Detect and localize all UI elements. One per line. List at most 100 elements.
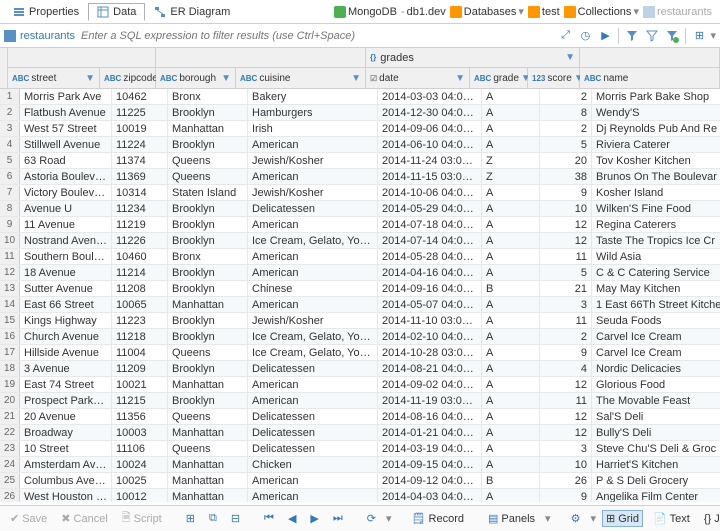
cell-grade[interactable]: A <box>482 345 540 360</box>
cell-cuisine[interactable]: American <box>248 393 378 408</box>
cell-grade[interactable]: A <box>482 185 540 200</box>
cell-street[interactable]: West Houston Street <box>20 489 112 502</box>
cell-street[interactable]: Stillwell Avenue <box>20 137 112 152</box>
cell-cuisine[interactable]: Irish <box>248 121 378 136</box>
cell-name[interactable]: Morris Park Bake Shop <box>592 89 720 104</box>
columns-icon[interactable]: ⊞ <box>690 27 708 45</box>
cell-grade[interactable]: A <box>482 249 540 264</box>
cell-zipcode[interactable]: 11374 <box>112 153 168 168</box>
cell-zipcode[interactable]: 11218 <box>112 329 168 344</box>
table-row[interactable]: 2Flatbush Avenue11225BrooklynHamburgers2… <box>0 105 720 121</box>
grid-body[interactable]: 1Morris Park Ave10462BronxBakery2014-03-… <box>0 89 720 502</box>
cell-grade[interactable]: A <box>482 217 540 232</box>
group-name[interactable] <box>580 48 720 68</box>
view-text-button[interactable]: 📄Text <box>649 510 694 527</box>
cell-name[interactable]: Wilken'S Fine Food <box>592 201 720 216</box>
cell-date[interactable]: 2014-02-10 04:00:00 <box>378 329 482 344</box>
cell-score[interactable]: 3 <box>540 441 592 456</box>
cell-score[interactable]: 2 <box>540 329 592 344</box>
crumb-mongodb[interactable]: MongoDB-db1.dev <box>334 6 446 18</box>
cell-borough[interactable]: Brooklyn <box>168 281 248 296</box>
cell-grade[interactable]: A <box>482 137 540 152</box>
table-row[interactable]: 1Morris Park Ave10462BronxBakery2014-03-… <box>0 89 720 105</box>
filter-settings-icon[interactable] <box>623 27 641 45</box>
cell-cuisine[interactable]: Delicatessen <box>248 441 378 456</box>
cell-cuisine[interactable]: Hamburgers <box>248 105 378 120</box>
filter-icon[interactable]: ▼ <box>221 73 231 84</box>
crumb-databases[interactable]: Databases▾ <box>450 5 524 18</box>
cell-score[interactable]: 11 <box>540 249 592 264</box>
source-name[interactable]: restaurants <box>20 30 75 42</box>
cell-date[interactable]: 2014-04-16 04:00:00 <box>378 265 482 280</box>
cell-grade[interactable]: B <box>482 473 540 488</box>
cell-grade[interactable]: A <box>482 329 540 344</box>
table-row[interactable]: 2310 Street11106QueensDelicatessen2014-0… <box>0 441 720 457</box>
cell-borough[interactable]: Brooklyn <box>168 137 248 152</box>
cell-score[interactable]: 11 <box>540 313 592 328</box>
table-row[interactable]: 911 Avenue11219BrooklynAmerican2014-07-1… <box>0 217 720 233</box>
cell-zipcode[interactable]: 11106 <box>112 441 168 456</box>
cell-score[interactable]: 5 <box>540 137 592 152</box>
cell-borough[interactable]: Manhattan <box>168 121 248 136</box>
cell-date[interactable]: 2014-08-16 04:00:00 <box>378 409 482 424</box>
cell-name[interactable]: Bully'S Deli <box>592 425 720 440</box>
cell-date[interactable]: 2014-07-18 04:00:00 <box>378 217 482 232</box>
cell-borough[interactable]: Brooklyn <box>168 217 248 232</box>
cell-street[interactable]: 3 Avenue <box>20 361 112 376</box>
cell-grade[interactable]: Z <box>482 169 540 184</box>
cell-date[interactable]: 2014-09-06 04:00:00 <box>378 121 482 136</box>
cell-grade[interactable]: A <box>482 393 540 408</box>
cell-borough[interactable]: Brooklyn <box>168 201 248 216</box>
cell-zipcode[interactable]: 11369 <box>112 169 168 184</box>
cell-name[interactable]: P & S Deli Grocery <box>592 473 720 488</box>
cell-zipcode[interactable]: 11234 <box>112 201 168 216</box>
cell-grade[interactable]: A <box>482 457 540 472</box>
cell-name[interactable]: Seuda Foods <box>592 313 720 328</box>
cell-date[interactable]: 2014-01-21 04:00:00 <box>378 425 482 440</box>
cell-cuisine[interactable]: Chinese <box>248 281 378 296</box>
cell-borough[interactable]: Brooklyn <box>168 329 248 344</box>
cell-zipcode[interactable]: 10025 <box>112 473 168 488</box>
expand-icon[interactable]: ⤢ <box>556 27 574 45</box>
cell-score[interactable]: 12 <box>540 425 592 440</box>
cell-street[interactable]: Prospect Park West <box>20 393 112 408</box>
cell-zipcode[interactable]: 10065 <box>112 297 168 312</box>
cell-zipcode[interactable]: 10314 <box>112 185 168 200</box>
cell-cuisine[interactable]: Jewish/Kosher <box>248 185 378 200</box>
table-row[interactable]: 2120 Avenue11356QueensDelicatessen2014-0… <box>0 409 720 425</box>
table-row[interactable]: 4Stillwell Avenue11224BrooklynAmerican20… <box>0 137 720 153</box>
table-row[interactable]: 19East 74 Street10021ManhattanAmerican20… <box>0 377 720 393</box>
cell-street[interactable]: Southern Boulevard <box>20 249 112 264</box>
cell-street[interactable]: East 66 Street <box>20 297 112 312</box>
cancel-button[interactable]: ✖Cancel <box>57 510 111 527</box>
filter-clear-icon[interactable] <box>643 27 661 45</box>
cell-cuisine[interactable]: American <box>248 297 378 312</box>
edit-dup-icon[interactable]: ⧉ <box>205 510 221 527</box>
refresh-icon[interactable]: ⟳ <box>363 510 380 527</box>
cell-date[interactable]: 2014-09-15 04:00:00 <box>378 457 482 472</box>
table-row[interactable]: 11Southern Boulevard10460BronxAmerican20… <box>0 249 720 265</box>
filter-icon[interactable]: ▼ <box>565 52 575 63</box>
cell-street[interactable]: Kings Highway <box>20 313 112 328</box>
cell-grade[interactable]: A <box>482 313 540 328</box>
cell-street[interactable]: Broadway <box>20 425 112 440</box>
table-row[interactable]: 3West 57 Street10019ManhattanIrish2014-0… <box>0 121 720 137</box>
view-json-button[interactable]: {}JSON <box>700 511 720 527</box>
cell-cuisine[interactable]: Delicatessen <box>248 201 378 216</box>
cell-name[interactable]: Kosher Island <box>592 185 720 200</box>
cell-zipcode[interactable]: 11356 <box>112 409 168 424</box>
group-main[interactable] <box>156 48 366 68</box>
cell-score[interactable]: 20 <box>540 153 592 168</box>
cell-date[interactable]: 2014-10-28 03:00:00 <box>378 345 482 360</box>
group-address[interactable] <box>8 48 156 68</box>
cell-date[interactable]: 2014-09-16 04:00:00 <box>378 281 482 296</box>
cell-name[interactable]: Nordic Delicacies <box>592 361 720 376</box>
cell-cuisine[interactable]: American <box>248 169 378 184</box>
view-grid-button[interactable]: ⊞Grid <box>602 510 643 527</box>
cell-cuisine[interactable]: Jewish/Kosher <box>248 313 378 328</box>
cell-name[interactable]: Carvel Ice Cream <box>592 345 720 360</box>
cell-name[interactable]: Dj Reynolds Pub And Re <box>592 121 720 136</box>
cell-zipcode[interactable]: 10021 <box>112 377 168 392</box>
gear-icon[interactable]: ⚙ <box>567 510 585 527</box>
cell-zipcode[interactable]: 11004 <box>112 345 168 360</box>
